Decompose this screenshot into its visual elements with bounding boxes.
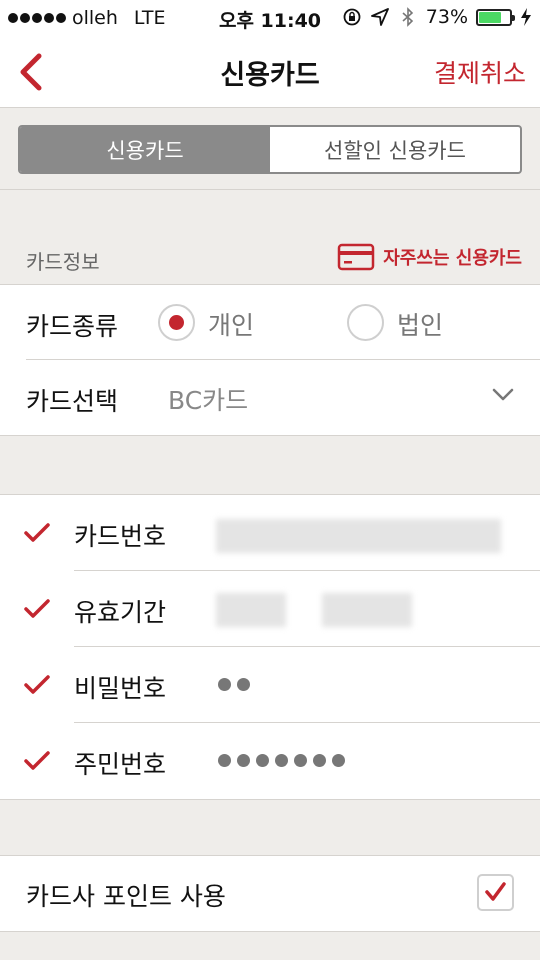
radio-personal-label[interactable]: 개인: [208, 306, 254, 342]
resident-number-label: 주민번호: [74, 750, 167, 779]
radio-personal[interactable]: [158, 304, 195, 341]
card-fields-block: 카드번호 유효기간 비밀번호 주민번호: [0, 494, 540, 800]
card-type-label: 카드종류: [26, 312, 119, 341]
check-icon: [24, 751, 50, 770]
points-checkbox[interactable]: [477, 874, 514, 911]
resident-number-row[interactable]: 주민번호: [0, 723, 540, 799]
expiry-year-input[interactable]: [322, 593, 412, 627]
expiry-label: 유효기간: [74, 598, 167, 627]
rotation-lock-icon: [343, 8, 361, 26]
section-label: 카드정보: [26, 250, 100, 274]
navigation-bar: 신용카드 결제취소: [0, 36, 540, 108]
battery-icon: [476, 8, 515, 26]
radio-corporate-label[interactable]: 법인: [397, 306, 443, 342]
favorite-cards-label: 자주쓰는 신용카드: [383, 248, 522, 269]
status-bar: olleh LTE 오후 11:40 73%: [0, 0, 540, 36]
tab-discount-credit-card[interactable]: 선할인 신용카드: [270, 127, 520, 172]
radio-corporate[interactable]: [347, 304, 384, 341]
card-number-input[interactable]: [216, 519, 501, 553]
card-select-label: 카드선택: [26, 387, 119, 416]
credit-card-icon: [338, 243, 375, 271]
battery-percent: 73%: [425, 6, 468, 28]
card-select-row[interactable]: 카드선택 BC카드: [0, 360, 540, 435]
expiry-month-input[interactable]: [216, 593, 286, 627]
card-type-row: 카드종류 개인 법인: [0, 285, 540, 360]
points-label: 카드사 포인트 사용: [26, 882, 226, 911]
check-icon: [24, 675, 50, 694]
bluetooth-icon: [402, 7, 413, 27]
password-row[interactable]: 비밀번호: [0, 647, 540, 723]
expiry-row[interactable]: 유효기간: [0, 571, 540, 647]
card-type-tabs: 신용카드 선할인 신용카드: [18, 125, 522, 174]
password-input[interactable]: [218, 678, 250, 691]
password-label: 비밀번호: [74, 674, 167, 703]
card-number-row[interactable]: 카드번호: [0, 495, 540, 571]
card-info-header: 카드정보 자주쓰는 신용카드: [0, 232, 540, 284]
points-block: 카드사 포인트 사용: [0, 855, 540, 932]
card-select-value[interactable]: BC카드: [168, 381, 248, 417]
favorite-cards-button[interactable]: 자주쓰는 신용카드: [337, 243, 522, 271]
card-info-block: 카드종류 개인 법인 카드선택 BC카드: [0, 284, 540, 436]
check-icon: [485, 882, 506, 901]
tab-credit-card[interactable]: 신용카드: [20, 127, 270, 172]
location-icon: [370, 8, 389, 26]
points-row[interactable]: 카드사 포인트 사용: [0, 856, 540, 931]
check-icon: [24, 599, 50, 618]
charging-icon: [521, 8, 531, 26]
chevron-down-icon[interactable]: [492, 388, 514, 402]
card-number-label: 카드번호: [74, 522, 167, 551]
check-icon: [24, 523, 50, 542]
resident-number-input[interactable]: [218, 754, 345, 767]
cancel-payment-button[interactable]: 결제취소: [434, 54, 526, 90]
